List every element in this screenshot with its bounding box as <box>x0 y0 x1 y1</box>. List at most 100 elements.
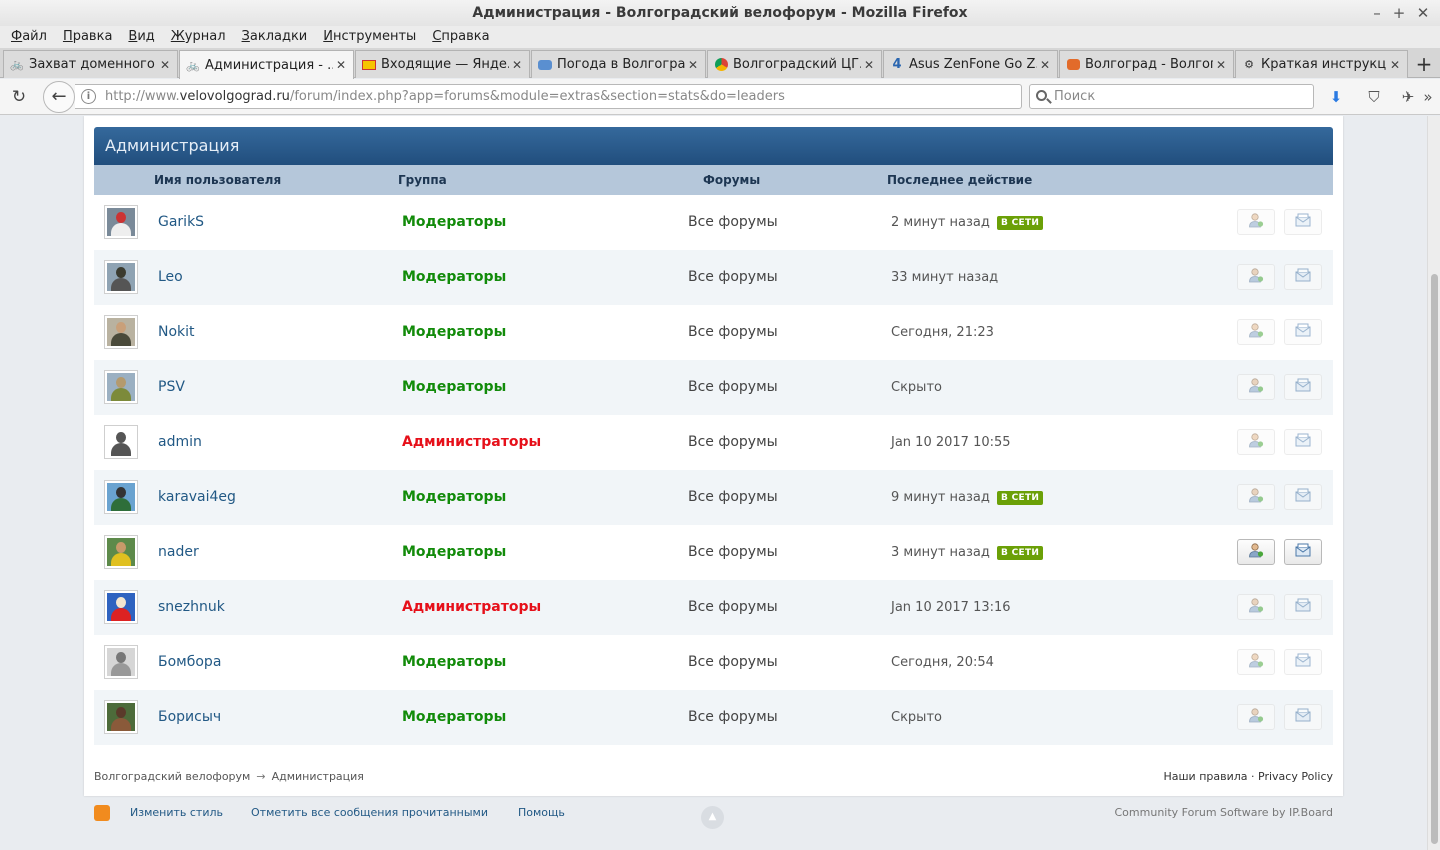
user-profile-icon <box>1248 212 1264 232</box>
menu-view[interactable]: Вид <box>120 26 162 48</box>
change-style-link[interactable]: Изменить стиль <box>130 806 223 819</box>
send-message-button[interactable] <box>1284 539 1322 565</box>
tab-inbox[interactable]: Входящие — Янде... ✕ <box>355 50 530 78</box>
avatar[interactable] <box>104 205 138 239</box>
menu-tools[interactable]: Инструменты <box>315 26 424 48</box>
rules-link[interactable]: Наши правила <box>1163 770 1247 783</box>
search-input[interactable]: Поиск <box>1029 84 1314 109</box>
last-action: Скрыто <box>891 380 942 395</box>
close-icon[interactable]: ✕ <box>1387 58 1403 72</box>
avatar[interactable] <box>104 700 138 734</box>
view-profile-button[interactable] <box>1237 374 1275 400</box>
user-profile-icon <box>1248 652 1264 672</box>
view-profile-button[interactable] <box>1237 484 1275 510</box>
download-icon[interactable]: ⬇ <box>1326 87 1346 107</box>
username-link[interactable]: karavai4eg <box>158 470 236 525</box>
privacy-link[interactable]: Privacy Policy <box>1258 770 1333 783</box>
menu-history[interactable]: Журнал <box>163 26 234 48</box>
avatar[interactable] <box>104 590 138 624</box>
back-to-top-button[interactable]: ▲ <box>701 806 724 829</box>
breadcrumb-home[interactable]: Волгоградский велофорум <box>94 770 250 783</box>
send-message-button[interactable] <box>1284 209 1322 235</box>
username-link[interactable]: Бомбора <box>158 635 221 690</box>
username-link[interactable]: nader <box>158 525 199 580</box>
extension-icon[interactable]: ✈ <box>1398 87 1418 107</box>
new-tab-button[interactable]: + <box>1410 51 1438 77</box>
avatar[interactable] <box>104 645 138 679</box>
forums-label: Все форумы <box>688 324 778 340</box>
send-message-button[interactable] <box>1284 484 1322 510</box>
reload-icon[interactable]: ↻ <box>8 86 30 108</box>
tab-administration[interactable]: 🚲 Администрация - ... ✕ <box>179 50 354 79</box>
help-link[interactable]: Помощь <box>518 806 565 819</box>
avatar[interactable] <box>104 535 138 569</box>
avatar[interactable] <box>104 260 138 294</box>
rss-icon[interactable] <box>94 805 110 821</box>
view-profile-button[interactable] <box>1237 704 1275 730</box>
menu-edit[interactable]: Правка <box>55 26 120 48</box>
view-profile-button[interactable] <box>1237 594 1275 620</box>
close-icon[interactable]: ✕ <box>157 58 173 72</box>
send-message-button[interactable] <box>1284 264 1322 290</box>
scrollbar[interactable] <box>1427 116 1440 850</box>
username-link[interactable]: Борисыч <box>158 690 221 745</box>
tab-short-instruction[interactable]: ⚙ Краткая инструкц... ✕ <box>1235 50 1408 78</box>
username-link[interactable]: PSV <box>158 360 185 415</box>
close-icon[interactable]: ✕ <box>509 58 525 72</box>
send-message-button[interactable] <box>1284 319 1322 345</box>
view-profile-button[interactable] <box>1237 539 1275 565</box>
tab-volgograd-center[interactable]: Волгоградский ЦГ... ✕ <box>707 50 882 78</box>
close-window-button[interactable]: ✕ <box>1410 0 1436 26</box>
url-bar[interactable]: i http://www.velovolgograd.ru/forum/inde… <box>75 84 1022 109</box>
close-icon[interactable]: ✕ <box>685 58 701 72</box>
username-link[interactable]: admin <box>158 415 202 470</box>
send-message-button[interactable] <box>1284 429 1322 455</box>
view-profile-button[interactable] <box>1237 429 1275 455</box>
menu-file[interactable]: Файл <box>3 26 55 48</box>
avatar[interactable] <box>104 425 138 459</box>
close-icon[interactable]: ✕ <box>861 58 877 72</box>
avatar[interactable] <box>104 370 138 404</box>
username-link[interactable]: GarikS <box>158 195 204 250</box>
shield-icon[interactable]: ⛉ <box>1364 87 1384 107</box>
chrome-icon <box>713 57 729 73</box>
username-link[interactable]: Nokit <box>158 305 195 360</box>
avatar[interactable] <box>104 480 138 514</box>
username-link[interactable]: Leo <box>158 250 183 305</box>
breadcrumb-current[interactable]: Администрация <box>272 770 364 783</box>
mark-all-read-link[interactable]: Отметить все сообщения прочитанными <box>251 806 488 819</box>
view-profile-button[interactable] <box>1237 264 1275 290</box>
gear-icon: ⚙ <box>1244 58 1254 71</box>
col-group: Группа <box>398 173 447 187</box>
back-button[interactable]: ← <box>43 81 75 113</box>
scrollbar-thumb[interactable] <box>1431 274 1438 844</box>
tab-domain-capture[interactable]: 🚲 Захват доменного ... ✕ <box>3 50 178 78</box>
view-profile-button[interactable] <box>1237 209 1275 235</box>
menu-help[interactable]: Справка <box>424 26 497 48</box>
send-message-button[interactable] <box>1284 704 1322 730</box>
tab-asus-zenfone[interactable]: 4 Asus ZenFone Go Z... ✕ <box>883 50 1058 78</box>
view-profile-button[interactable] <box>1237 649 1275 675</box>
menu-bookmarks[interactable]: Закладки <box>234 26 316 48</box>
username-link[interactable]: snezhnuk <box>158 580 225 635</box>
forums-label: Все форумы <box>688 709 778 725</box>
col-forums: Форумы <box>703 173 761 187</box>
menu-bar: Файл Правка Вид Журнал Закладки Инструме… <box>0 26 1440 48</box>
close-icon[interactable]: ✕ <box>1213 58 1229 72</box>
send-message-button[interactable] <box>1284 594 1322 620</box>
overflow-menu-icon[interactable]: » <box>1418 87 1438 107</box>
chat-icon <box>1065 57 1081 73</box>
close-icon[interactable]: ✕ <box>1037 58 1053 72</box>
tab-weather[interactable]: Погода в Волгограде ✕ <box>531 50 706 78</box>
avatar[interactable] <box>104 315 138 349</box>
tab-volgograd-forum[interactable]: Волгоград - Волгог... ✕ <box>1059 50 1234 78</box>
close-icon[interactable]: ✕ <box>333 58 349 72</box>
search-icon <box>1036 90 1047 101</box>
forums-label: Все форумы <box>688 599 778 615</box>
info-icon[interactable]: i <box>81 89 96 104</box>
send-message-button[interactable] <box>1284 374 1322 400</box>
breadcrumb: Волгоградский велофорум → Администрация <box>94 770 364 783</box>
view-profile-button[interactable] <box>1237 319 1275 345</box>
maximize-button[interactable]: + <box>1386 0 1412 26</box>
send-message-button[interactable] <box>1284 649 1322 675</box>
